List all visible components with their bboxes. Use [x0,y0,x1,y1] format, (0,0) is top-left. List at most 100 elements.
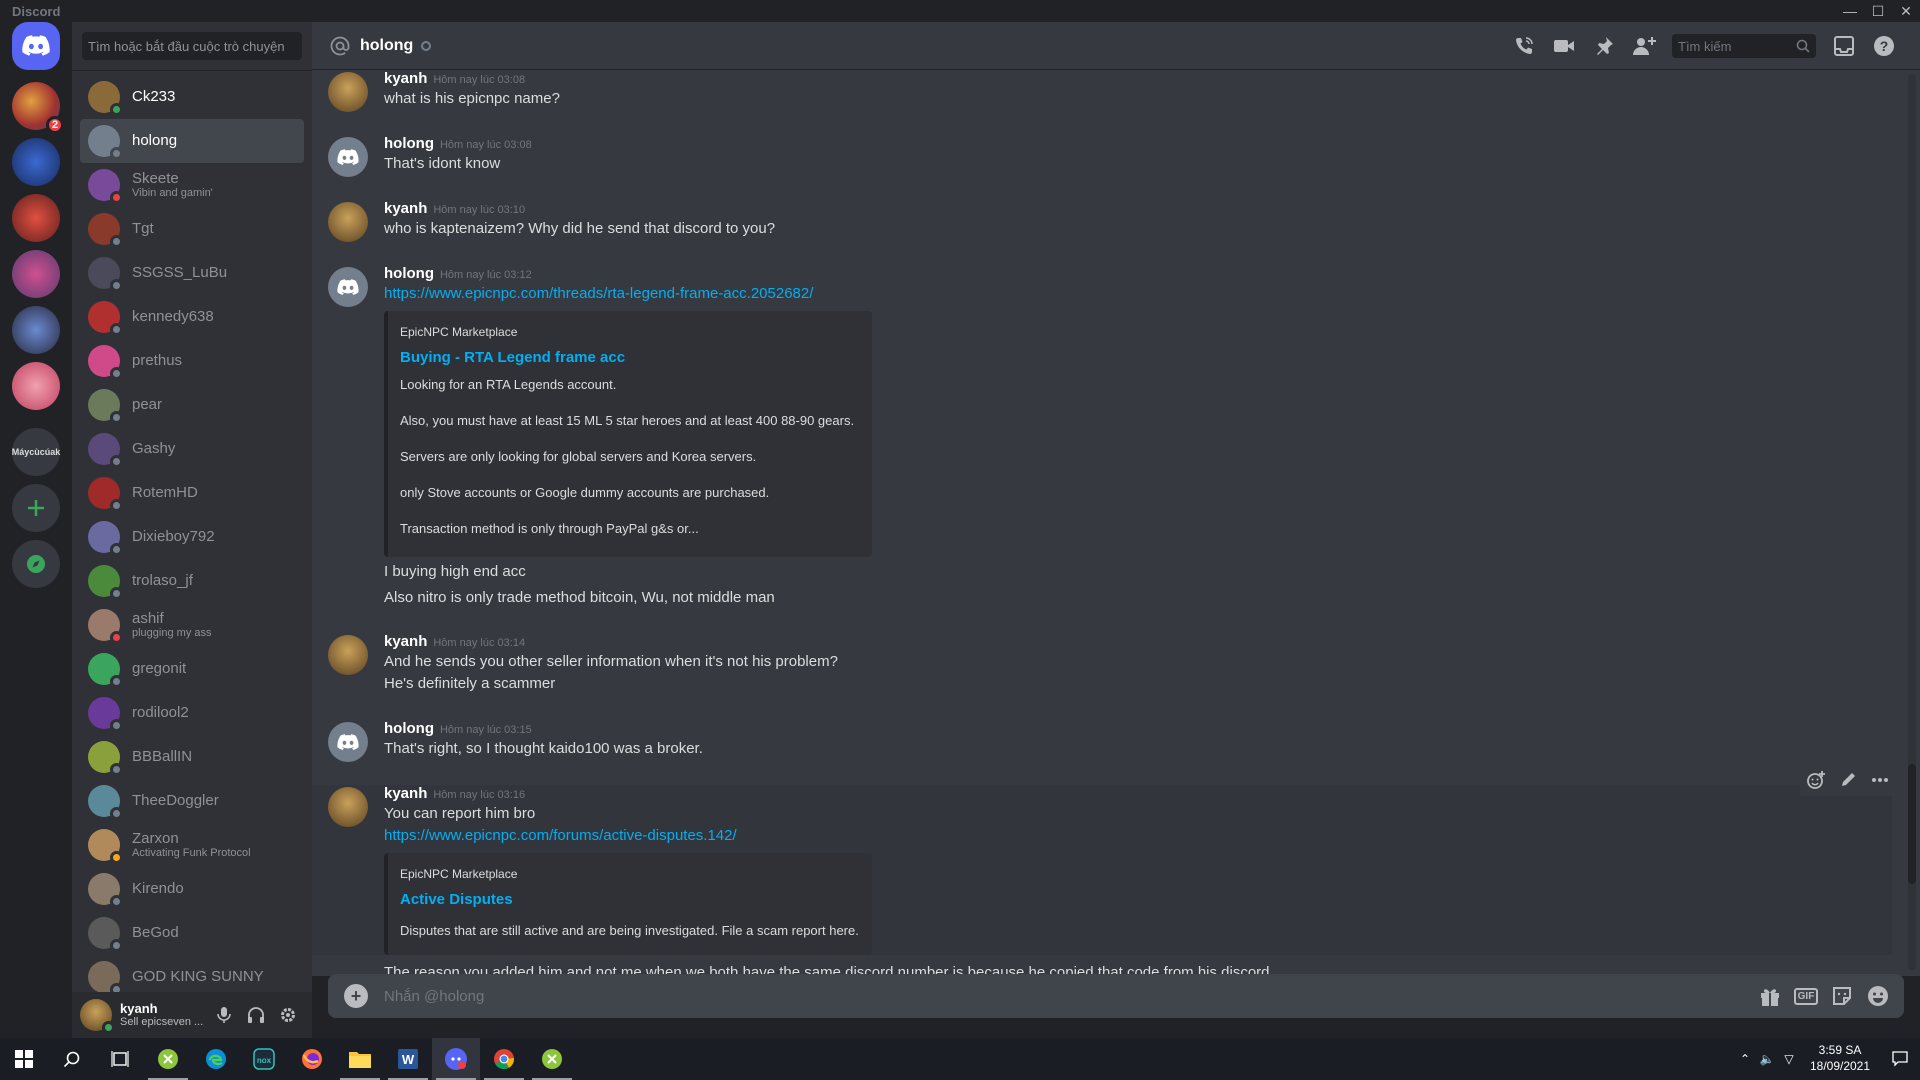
scrollbar-thumb[interactable] [1908,764,1916,884]
author-name[interactable]: kyanh [384,785,427,802]
server-icon[interactable] [12,250,60,298]
dm-item[interactable]: ashif plugging my ass [80,603,304,647]
gif-button[interactable]: GIF [1792,982,1820,1010]
taskbar-app-edge[interactable] [192,1038,240,1080]
volume-button[interactable]: 🔈 [1756,1038,1778,1080]
author-avatar[interactable] [328,787,368,827]
author-avatar[interactable] [328,635,368,675]
server-icon[interactable]: 2 [12,82,64,134]
message-input[interactable]: Nhắn @holong [384,988,484,1005]
dm-item[interactable]: rodilool2 [80,691,304,735]
dm-item[interactable]: BBBallIN [80,735,304,779]
header-search-input[interactable]: Tìm kiếm [1672,34,1816,58]
taskbar-app-discord[interactable] [432,1038,480,1080]
dm-item[interactable]: Kirendo [80,867,304,911]
dm-item[interactable]: SSGSS_LuBu [80,251,304,295]
add-reaction-button[interactable] [1800,764,1832,796]
message-composer[interactable]: + Nhắn @holong GIF [328,974,1904,1018]
dm-search-input[interactable]: Tìm hoặc bắt đầu cuộc trò chuyện [82,32,302,60]
dm-item-text: ashif plugging my ass [132,610,212,640]
taskbar-app-firefox[interactable] [288,1038,336,1080]
dm-item[interactable]: Skeete Vibin and gamin' [80,163,304,207]
start-button[interactable] [0,1038,48,1080]
dm-item[interactable]: Zarxon Activating Funk Protocol [80,823,304,867]
author-name[interactable]: holong [384,720,434,737]
server-icon[interactable] [12,138,60,186]
dm-item[interactable]: Gashy [80,427,304,471]
message-content: I buying high end acc [384,563,526,580]
dm-item[interactable]: Ck233 [80,75,304,119]
dm-item[interactable]: BeGod [80,911,304,955]
user-info[interactable]: kyanh Sell epicseven ... [120,1001,208,1030]
dm-item[interactable]: trolaso_jf [80,559,304,603]
server-icon[interactable] [12,194,60,242]
help-button[interactable]: ? [1872,34,1896,58]
taskbar-clock[interactable]: 3:59 SA 18/09/2021 [1800,1043,1880,1074]
taskbar-app-explorer[interactable] [336,1038,384,1080]
dm-item-name: kennedy638 [132,308,214,326]
dm-item[interactable]: Dixieboy792 [80,515,304,559]
home-button[interactable] [12,22,60,70]
taskbar-app-word[interactable]: W [384,1038,432,1080]
author-avatar[interactable] [328,137,368,177]
user-avatar[interactable] [80,999,115,1034]
close-button[interactable]: ✕ [1892,0,1920,22]
author-avatar[interactable] [328,722,368,762]
dm-item[interactable]: gregonit [80,647,304,691]
dm-item[interactable]: pear [80,383,304,427]
edit-message-button[interactable] [1832,764,1864,796]
taskbar-search-button[interactable] [48,1038,96,1080]
mute-button[interactable] [208,999,240,1031]
dm-item[interactable]: RotemHD [80,471,304,515]
taskbar-app[interactable] [528,1038,576,1080]
dm-item[interactable]: kennedy638 [80,295,304,339]
emoji-button[interactable] [1864,982,1892,1010]
sticker-button[interactable] [1828,982,1856,1010]
message-link[interactable]: https://www.epicnpc.com/threads/rta-lege… [384,285,813,302]
action-center-button[interactable] [1880,1038,1920,1080]
embed-title[interactable]: Buying - RTA Legend frame acc [400,349,625,366]
explore-servers-button[interactable] [12,540,60,588]
tray-overflow-button[interactable]: ⌃ [1734,1038,1756,1080]
minimize-button[interactable]: — [1836,0,1864,22]
add-server-button[interactable] [12,484,60,532]
author-avatar[interactable] [328,202,368,242]
maximize-button[interactable]: ☐ [1864,0,1892,22]
avatar [88,345,123,380]
start-video-call-button[interactable] [1552,34,1576,58]
user-settings-button[interactable] [272,999,304,1031]
dm-item[interactable]: TheeDoggler [80,779,304,823]
discord-default-avatar-icon [337,148,359,165]
gift-button[interactable] [1756,982,1784,1010]
taskbar-app-nox[interactable]: nox [240,1038,288,1080]
author-name[interactable]: holong [384,265,434,282]
chat-scrollbar[interactable] [1908,74,1916,970]
embed-title[interactable]: Active Disputes [400,891,513,908]
more-options-button[interactable] [1864,764,1896,796]
server-icon[interactable] [12,306,60,354]
deafen-button[interactable] [240,999,272,1031]
add-friends-to-dm-button[interactable] [1632,34,1656,58]
author-name[interactable]: holong [384,135,434,152]
server-text-icon[interactable]: Máycùcúak [12,428,60,476]
message-link[interactable]: https://www.epicnpc.com/forums/active-di… [384,827,737,844]
taskbar-app[interactable] [144,1038,192,1080]
dm-item-status-text: Vibin and gamin' [132,187,213,200]
author-name[interactable]: kyanh [384,633,427,650]
dm-item[interactable]: holong [80,119,304,163]
upload-button[interactable]: + [344,984,368,1008]
author-name[interactable]: kyanh [384,70,427,87]
dm-item-name: BBBallIN [132,748,193,766]
author-avatar[interactable] [328,72,368,112]
server-icon[interactable] [12,362,60,410]
inbox-button[interactable] [1832,34,1856,58]
dm-item[interactable]: Tgt [80,207,304,251]
pinned-messages-button[interactable] [1592,34,1616,58]
taskbar-app-chrome[interactable] [480,1038,528,1080]
start-voice-call-button[interactable] [1512,34,1536,58]
network-button[interactable]: ▽ [1778,1038,1800,1080]
author-avatar[interactable] [328,267,368,307]
dm-item[interactable]: prethus [80,339,304,383]
task-view-button[interactable] [96,1038,144,1080]
author-name[interactable]: kyanh [384,200,427,217]
